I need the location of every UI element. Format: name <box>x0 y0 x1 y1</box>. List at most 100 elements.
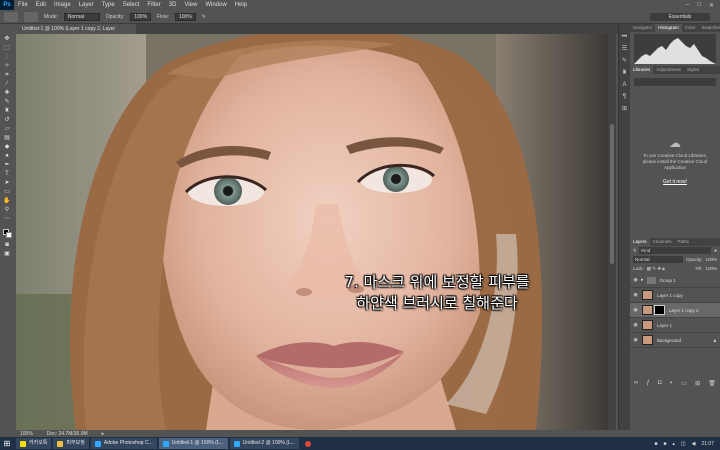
add-mask-icon[interactable]: ◘ <box>658 380 662 386</box>
menu-image[interactable]: Image <box>50 0 75 10</box>
healing-tool-icon[interactable]: ✚ <box>3 90 11 97</box>
maximize-button[interactable]: □ <box>697 2 701 9</box>
layer-row-group-1[interactable]: ◉ ▸ Group 1 <box>630 273 720 288</box>
quick-mask-icon[interactable]: ◙ <box>3 242 11 249</box>
taskbar-item-untitled-2[interactable]: Untitled-2 @ 100% (L... <box>229 438 299 449</box>
layer-row-background[interactable]: ◉ Background 🔒︎ <box>630 333 720 348</box>
paragraph-panel-icon[interactable]: ¶ <box>621 94 628 101</box>
background-color-swatch[interactable] <box>5 232 12 238</box>
layer-row-layer-1[interactable]: ◉ Layer 1 <box>630 318 720 333</box>
scrollbar-thumb[interactable] <box>610 124 614 264</box>
taskbar-item-untitled-1[interactable]: Untitled-1 @ 100% (L... <box>158 438 228 449</box>
blur-tool-icon[interactable]: ◆ <box>3 144 11 151</box>
clock[interactable]: 21:07 <box>701 441 714 447</box>
zoom-tool-icon[interactable]: ⚲ <box>3 207 11 214</box>
menu-type[interactable]: Type <box>98 0 119 10</box>
visibility-eye-icon[interactable]: ◉ <box>632 277 639 283</box>
new-layer-icon[interactable]: ⊞ <box>695 380 700 387</box>
stamp-tool-icon[interactable]: ♜ <box>3 108 11 115</box>
tab-paths[interactable]: Paths <box>675 238 693 246</box>
shape-tool-icon[interactable]: ▭ <box>3 189 11 196</box>
opacity-input[interactable]: 100% <box>130 12 152 21</box>
fill-value[interactable]: 100% <box>705 266 717 271</box>
canvas-vertical-scrollbar[interactable] <box>608 34 616 430</box>
menu-3d[interactable]: 3D <box>165 0 181 10</box>
menu-window[interactable]: Window <box>201 0 230 10</box>
visibility-eye-icon[interactable]: ◉ <box>632 307 639 313</box>
zoom-level[interactable]: 100% <box>20 431 33 437</box>
lock-icons[interactable]: ▦ ✎ ✥ 🔒︎ <box>647 266 665 272</box>
taskbar-item-kakaotalk[interactable]: 카카오톡 <box>16 438 52 449</box>
menu-edit[interactable]: Edit <box>32 0 50 10</box>
trash-icon[interactable]: 🗑︎ <box>708 380 716 387</box>
taskbar-item-folder[interactable]: 피부보정 <box>53 438 89 449</box>
workspace-select[interactable]: Essentials <box>650 12 710 21</box>
more-tools-icon[interactable]: ⋯ <box>3 216 11 223</box>
history-panel-icon[interactable]: ⏮ <box>621 34 628 41</box>
layer-row-layer-1-copy[interactable]: ◉ Layer 1 copy <box>630 288 720 303</box>
hand-tool-icon[interactable]: ✋ <box>3 198 11 205</box>
menu-help[interactable]: Help <box>231 0 251 10</box>
mode-select[interactable]: Normal <box>63 12 100 21</box>
document-canvas[interactable] <box>16 34 608 430</box>
network-icon[interactable]: ◫ <box>681 441 686 447</box>
pen-tool-icon[interactable]: ✒ <box>3 162 11 169</box>
new-group-icon[interactable]: ▭ <box>681 380 687 387</box>
gradient-tool-icon[interactable]: ▤ <box>3 135 11 142</box>
blend-mode-select[interactable]: Normal <box>633 256 683 263</box>
visibility-eye-icon[interactable]: ◉ <box>632 337 639 343</box>
menu-layer[interactable]: Layer <box>75 0 98 10</box>
tab-histogram[interactable]: Histogram <box>655 24 682 32</box>
layer-mask-thumbnail[interactable] <box>654 305 665 315</box>
brush-settings-icon[interactable] <box>24 11 38 22</box>
path-select-tool-icon[interactable]: ➤ <box>3 180 11 187</box>
crop-tool-icon[interactable]: ⌗ <box>3 72 11 79</box>
tab-navigator[interactable]: Navigator <box>630 24 655 32</box>
screen-mode-icon[interactable]: ▣ <box>3 251 11 258</box>
windows-start-icon[interactable]: ⊞ <box>0 437 14 450</box>
status-arrow-icon[interactable]: ▸ <box>102 431 105 437</box>
move-tool-icon[interactable]: ✥ <box>3 36 11 43</box>
brush-preset-icon[interactable] <box>4 11 18 22</box>
eyedropper-tool-icon[interactable]: ⁄ <box>3 81 11 88</box>
tab-channels[interactable]: Channels <box>650 238 675 246</box>
menu-view[interactable]: View <box>180 0 201 10</box>
menu-file[interactable]: File <box>14 0 32 10</box>
tab-swatches[interactable]: Swatches <box>699 24 720 32</box>
visibility-eye-icon[interactable]: ◉ <box>632 322 639 328</box>
airbrush-icon[interactable]: ✎ <box>202 14 206 20</box>
menu-filter[interactable]: Filter <box>143 0 164 10</box>
layer-row-layer-1-copy-2[interactable]: ◉ Layer 1 copy 2 <box>630 303 720 318</box>
type-tool-icon[interactable]: T <box>3 171 11 178</box>
lasso-tool-icon[interactable]: ◌ <box>3 54 11 61</box>
adjustment-layer-icon[interactable]: ◐ <box>670 380 674 386</box>
layer-kind-select[interactable]: Kind <box>639 247 712 254</box>
close-button[interactable]: ✕ <box>709 2 714 9</box>
taskbar-item-chrome[interactable] <box>301 438 315 449</box>
flow-input[interactable]: 100% <box>175 12 196 21</box>
eraser-tool-icon[interactable]: ▱ <box>3 126 11 133</box>
chevron-right-icon[interactable]: ▸ <box>641 277 644 283</box>
volume-icon[interactable]: ◀︎ <box>692 441 696 447</box>
character-panel-icon[interactable]: A <box>621 82 628 89</box>
glyphs-panel-icon[interactable]: ⊞ <box>621 106 628 113</box>
tray-app-icon[interactable]: ■ <box>654 441 657 447</box>
layer-opacity-value[interactable]: 100% <box>705 257 717 262</box>
clone-source-icon[interactable]: ♜ <box>621 70 628 77</box>
tab-layers[interactable]: Layers <box>630 238 650 246</box>
filter-toggle-icon[interactable]: ● <box>714 248 717 253</box>
tab-adjustments[interactable]: Adjustments <box>653 66 684 74</box>
properties-panel-icon[interactable]: ☰ <box>621 46 628 53</box>
history-brush-icon[interactable]: ↺ <box>3 117 11 124</box>
tray-arrow-icon[interactable]: ▴ <box>672 441 675 447</box>
menu-select[interactable]: Select <box>119 0 144 10</box>
color-swatches[interactable] <box>2 229 12 238</box>
tab-color[interactable]: Color <box>682 24 699 32</box>
library-search-field[interactable] <box>634 78 716 86</box>
tray-app-icon[interactable]: ■ <box>663 441 666 447</box>
document-tab[interactable]: Untitled-1 @ 100% (Layer 1 copy 2, Layer… <box>16 24 136 42</box>
get-it-now-link[interactable]: Get it now! <box>663 179 687 185</box>
marquee-tool-icon[interactable]: ⬚ <box>3 45 11 52</box>
dodge-tool-icon[interactable]: ● <box>3 153 11 160</box>
tab-styles[interactable]: Styles <box>684 66 702 74</box>
